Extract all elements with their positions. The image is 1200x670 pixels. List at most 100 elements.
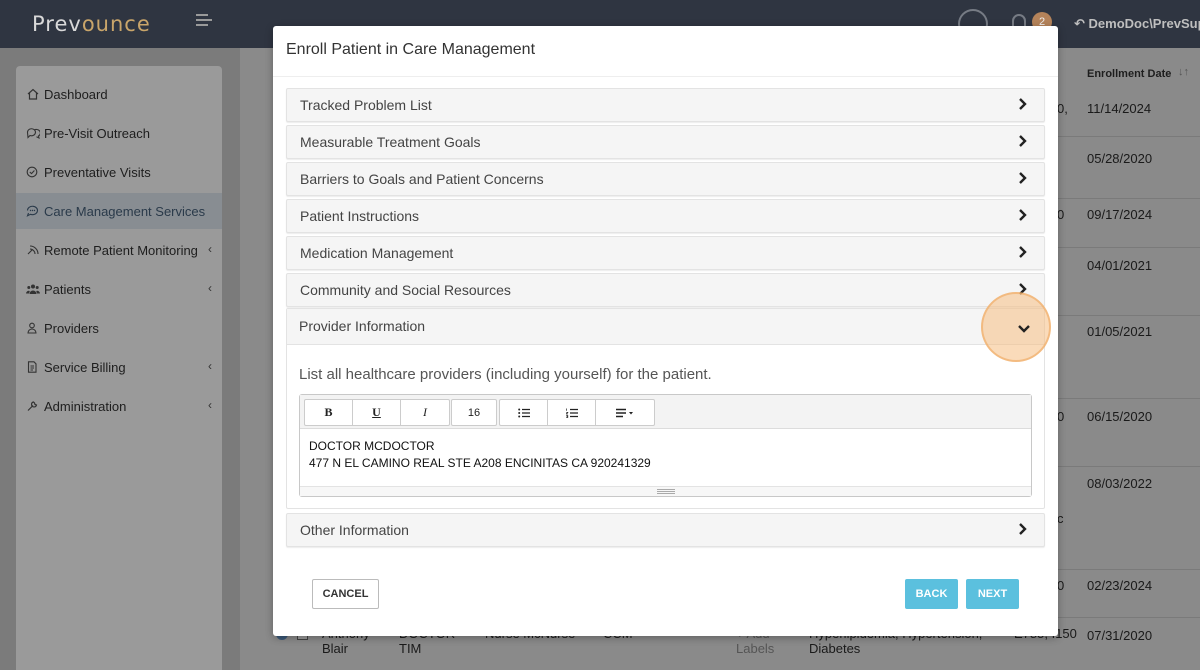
- sidebar: Dashboard Pre-Visit Outreach Preventativ…: [16, 66, 222, 670]
- sidebar-item-dashboard[interactable]: Dashboard: [16, 76, 222, 112]
- sidebar-item-label: Pre-Visit Outreach: [44, 125, 150, 141]
- format-button-group: B U I: [304, 399, 450, 426]
- table-cell-date: 01/05/2021: [1087, 324, 1153, 339]
- sidebar-item-administration[interactable]: Administration ‹: [16, 388, 222, 424]
- row-divider: [1046, 136, 1200, 137]
- table-cell-date: 04/01/2021: [1087, 258, 1153, 273]
- table-cell-date: 06/15/2020: [1087, 409, 1153, 424]
- accordion-barriers-to-goals[interactable]: Barriers to Goals and Patient Concerns: [286, 162, 1045, 196]
- table-cell-fragment: 0: [1057, 578, 1065, 593]
- chevron-right-icon: [1018, 522, 1030, 538]
- chevron-right-icon: [1018, 97, 1030, 113]
- chat-icon: [26, 127, 41, 140]
- check-circle-icon: [26, 166, 40, 178]
- table-cell-fragment: 0: [1057, 409, 1065, 424]
- editor-line: 477 N EL CAMINO REAL STE A208 ENCINITAS …: [309, 456, 651, 470]
- chevron-left-icon: ‹: [208, 398, 212, 412]
- row-divider: [1046, 315, 1200, 316]
- accordion-medication-management[interactable]: Medication Management: [286, 236, 1045, 270]
- accordion-label: Barriers to Goals and Patient Concerns: [300, 171, 544, 187]
- back-button[interactable]: BACK: [905, 579, 958, 609]
- bold-button[interactable]: B: [305, 400, 353, 425]
- editor-resize-handle[interactable]: [300, 486, 1031, 496]
- sidebar-item-patients[interactable]: Patients ‹: [16, 271, 222, 307]
- accordion-measurable-treatment-goals[interactable]: Measurable Treatment Goals: [286, 125, 1045, 159]
- sort-icon[interactable]: ↓↑: [1178, 66, 1189, 78]
- accordion-patient-instructions[interactable]: Patient Instructions: [286, 199, 1045, 233]
- chevron-down-icon[interactable]: [1017, 321, 1031, 339]
- accordion-community-social-resources[interactable]: Community and Social Resources: [286, 273, 1045, 307]
- logo-text: Prev: [32, 12, 82, 36]
- column-header-enrollment-date[interactable]: Enrollment Date: [1087, 68, 1171, 80]
- provider-last-name: TIM: [399, 641, 422, 656]
- numbered-list-icon: [565, 408, 578, 418]
- sidebar-item-label: Dashboard: [44, 86, 108, 102]
- table-cell-date: 07/31/2020: [1087, 628, 1153, 643]
- cancel-button[interactable]: CANCEL: [312, 579, 379, 609]
- chevron-left-icon: ‹: [208, 281, 212, 295]
- menu-toggle-icon[interactable]: [192, 12, 212, 30]
- sidebar-item-label: Administration: [44, 398, 127, 414]
- home-icon: [26, 88, 40, 100]
- accordion-provider-information-header[interactable]: Provider Information: [287, 309, 1044, 345]
- sidebar-item-preventative-visits[interactable]: Preventative Visits: [16, 154, 222, 190]
- sidebar-item-service-billing[interactable]: Service Billing ‹: [16, 349, 222, 385]
- user-icon: [26, 322, 40, 334]
- unordered-list-button[interactable]: [500, 400, 548, 425]
- sidebar-item-label: Providers: [44, 320, 99, 336]
- accordion-other-information[interactable]: Other Information: [286, 513, 1045, 547]
- accordion-label: Measurable Treatment Goals: [300, 134, 481, 150]
- row-divider: [1046, 569, 1200, 570]
- bullet-list-icon: [517, 408, 530, 417]
- underline-button[interactable]: U: [353, 400, 401, 425]
- add-labels-text-2: Labels: [736, 641, 775, 656]
- sidebar-item-care-management-services[interactable]: Care Management Services: [16, 193, 222, 229]
- modal-title: Enroll Patient in Care Management: [286, 41, 536, 58]
- sidebar-item-providers[interactable]: Providers: [16, 310, 222, 346]
- row-divider: [1046, 617, 1200, 618]
- table-cell-date: 05/28/2020: [1087, 151, 1153, 166]
- accordion-label: Other Information: [300, 522, 409, 538]
- document-icon: [26, 361, 40, 373]
- font-size-button[interactable]: 16: [452, 400, 496, 425]
- align-left-icon: [616, 408, 633, 417]
- accordion-tracked-problem-list[interactable]: Tracked Problem List: [286, 88, 1045, 122]
- table-cell-date: 11/14/2024: [1087, 101, 1152, 116]
- wrench-icon: [26, 400, 40, 412]
- editor-line: DOCTOR MCDOCTOR: [309, 439, 435, 453]
- logo[interactable]: Prevounce: [32, 12, 151, 36]
- patient-last-name: Blair: [322, 641, 349, 656]
- chevron-left-icon: ‹: [208, 242, 212, 256]
- sidebar-item-label: Preventative Visits: [44, 164, 151, 180]
- provider-rich-text-editor[interactable]: B U I 16 DOCTOR MCDOCTOR 477 N EL CAMINO…: [299, 394, 1032, 497]
- modal-divider: [273, 76, 1058, 77]
- accordion-label: Patient Instructions: [300, 208, 420, 224]
- italic-button[interactable]: I: [401, 400, 449, 425]
- paragraph-align-dropdown[interactable]: [596, 400, 654, 425]
- editor-content[interactable]: DOCTOR MCDOCTOR 477 N EL CAMINO REAL STE…: [309, 438, 651, 472]
- user-name: DemoDoc\PrevSup: [1088, 16, 1200, 31]
- logo-accent-text: ounce: [81, 12, 151, 36]
- row-divider: [1046, 466, 1200, 467]
- signal-icon: [26, 244, 40, 256]
- accordion-label: Tracked Problem List: [300, 97, 432, 113]
- enroll-modal: Enroll Patient in Care Management Tracke…: [273, 26, 1058, 636]
- sidebar-item-label: Patients: [44, 281, 91, 297]
- grip-icon: [657, 489, 675, 494]
- chevron-right-icon: [1018, 134, 1030, 150]
- chevron-right-icon: [1018, 208, 1030, 224]
- user-menu[interactable]: ↶ DemoDoc\PrevSup: [1074, 16, 1200, 32]
- next-button[interactable]: NEXT: [966, 579, 1019, 609]
- table-cell-date: 09/17/2024: [1087, 207, 1153, 222]
- click-highlight: [981, 292, 1051, 362]
- accordion-label: Community and Social Resources: [300, 282, 511, 298]
- editor-toolbar: B U I 16: [300, 395, 1031, 429]
- chevron-left-icon: ‹: [208, 359, 212, 373]
- conditions-line-2: Diabetes: [809, 641, 861, 656]
- comment-icon: [26, 205, 40, 217]
- ordered-list-button[interactable]: [548, 400, 596, 425]
- sidebar-item-remote-patient-monitoring[interactable]: Remote Patient Monitoring ‹: [16, 232, 222, 268]
- row-divider: [1046, 247, 1200, 248]
- provider-instruction-text: List all healthcare providers (including…: [299, 366, 712, 383]
- sidebar-item-pre-visit-outreach[interactable]: Pre-Visit Outreach: [16, 115, 222, 151]
